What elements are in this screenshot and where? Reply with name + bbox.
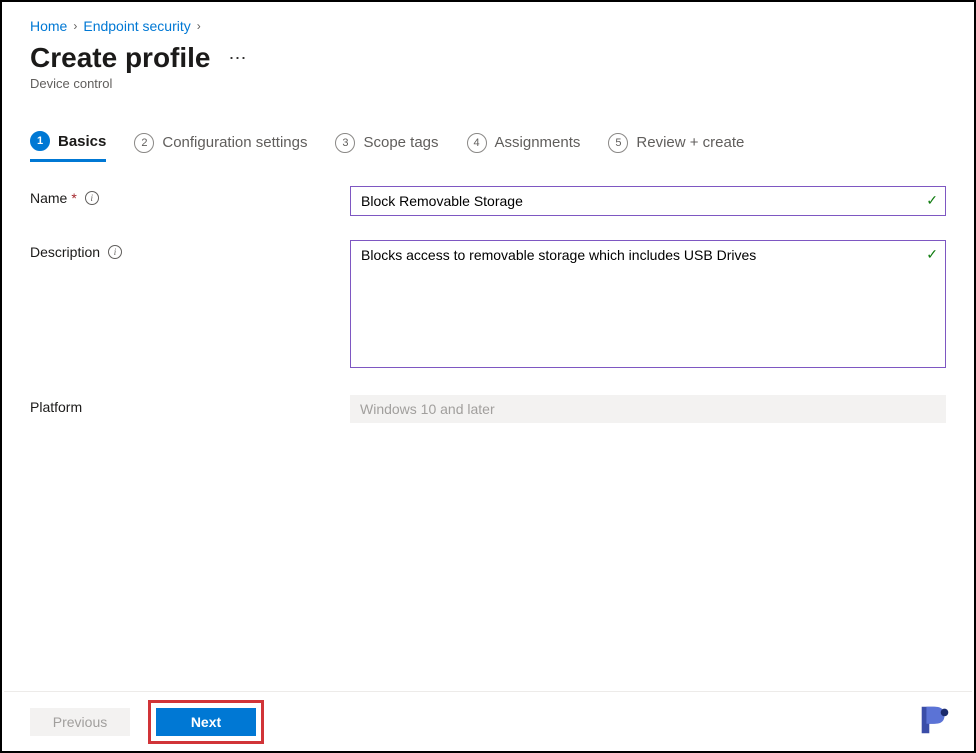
next-button-highlight: Next	[148, 700, 264, 744]
tab-basics[interactable]: 1 Basics	[30, 131, 106, 162]
chevron-right-icon: ›	[73, 19, 77, 33]
step-badge: 3	[335, 133, 355, 153]
tab-configuration-settings[interactable]: 2 Configuration settings	[134, 133, 307, 161]
breadcrumb-endpoint-security[interactable]: Endpoint security	[83, 18, 190, 34]
platform-label: Platform	[30, 395, 350, 415]
brand-logo-icon	[916, 701, 954, 739]
name-input[interactable]	[350, 186, 946, 216]
tab-label: Configuration settings	[162, 134, 307, 151]
check-icon: ✓	[926, 246, 938, 263]
step-badge: 5	[608, 133, 628, 153]
breadcrumb: Home › Endpoint security ›	[30, 18, 946, 34]
tab-scope-tags[interactable]: 3 Scope tags	[335, 133, 438, 161]
check-icon: ✓	[926, 192, 938, 209]
tab-label: Assignments	[495, 134, 581, 151]
info-icon[interactable]: i	[108, 245, 122, 259]
step-badge: 2	[134, 133, 154, 153]
description-label: Description i	[30, 240, 350, 260]
next-button[interactable]: Next	[156, 708, 256, 736]
description-input[interactable]: Blocks access to removable storage which…	[350, 240, 946, 368]
step-badge: 1	[30, 131, 50, 151]
tab-label: Review + create	[636, 134, 744, 151]
footer: Previous Next	[4, 691, 972, 751]
page-title: Create profile	[30, 42, 211, 74]
tab-review-create[interactable]: 5 Review + create	[608, 133, 744, 161]
previous-button[interactable]: Previous	[30, 708, 130, 736]
required-asterisk: *	[71, 190, 76, 206]
chevron-right-icon: ›	[197, 19, 201, 33]
wizard-tabs: 1 Basics 2 Configuration settings 3 Scop…	[30, 131, 946, 162]
tab-assignments[interactable]: 4 Assignments	[467, 133, 581, 161]
platform-field: Windows 10 and later	[350, 395, 946, 423]
breadcrumb-home[interactable]: Home	[30, 18, 67, 34]
step-badge: 4	[467, 133, 487, 153]
page-subtitle: Device control	[30, 76, 946, 91]
more-icon[interactable]: ⋯	[229, 49, 248, 67]
info-icon[interactable]: i	[85, 191, 99, 205]
tab-label: Basics	[58, 133, 106, 150]
name-label: Name * i	[30, 186, 350, 206]
tab-label: Scope tags	[363, 134, 438, 151]
